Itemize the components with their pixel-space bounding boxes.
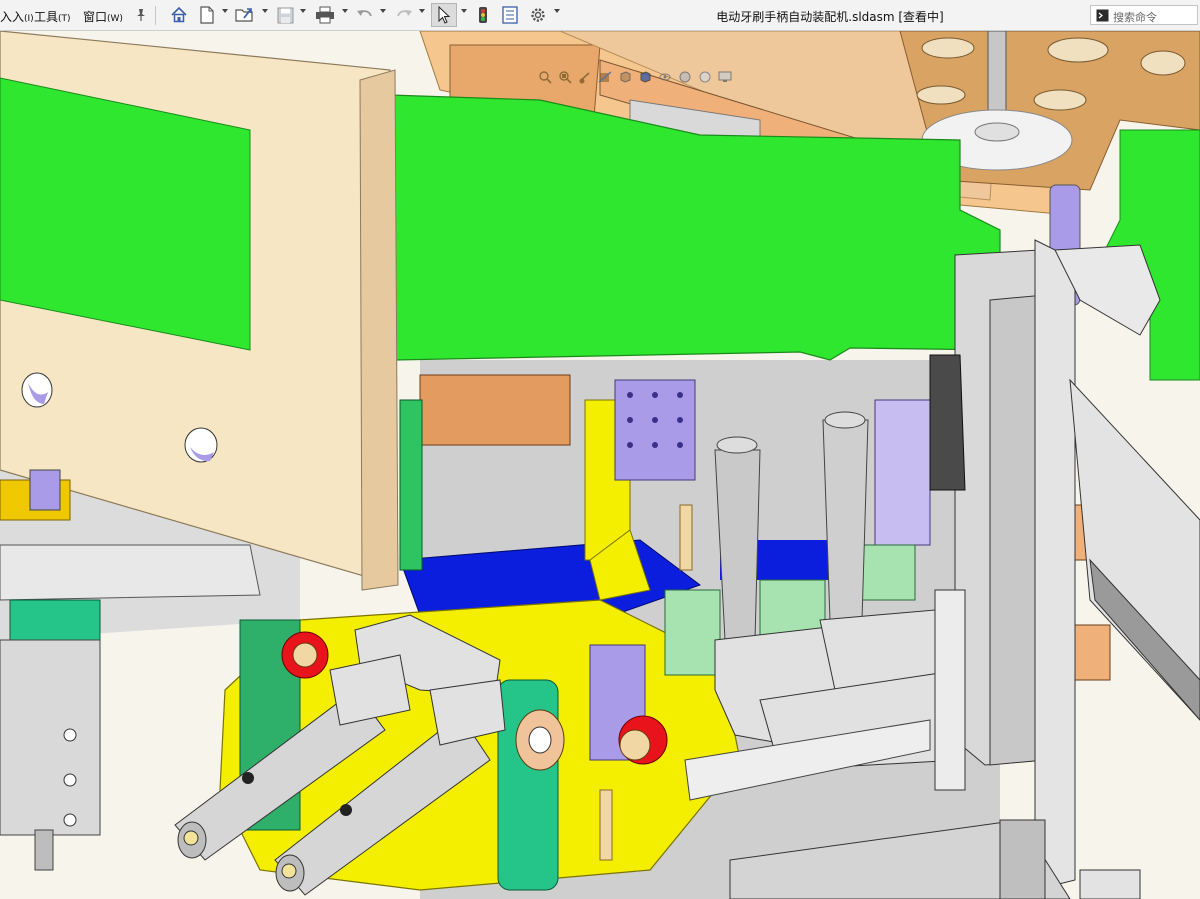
menu-insert[interactable]: 入入(I)	[0, 8, 34, 25]
print-icon[interactable]	[314, 5, 336, 25]
graphics-viewport[interactable]	[0, 31, 1200, 899]
undo-icon[interactable]	[354, 5, 376, 25]
heads-up-view-toolbar	[538, 68, 732, 86]
options-gear-icon[interactable]	[528, 5, 548, 25]
apply-scene-icon[interactable]	[698, 70, 712, 84]
new-dropdown-chevron-icon[interactable]	[222, 9, 228, 13]
document-title: 电动牙刷手柄自动装配机.sldasm [查看中]	[716, 10, 944, 24]
pin-icon[interactable]	[133, 5, 149, 25]
select-arrow-icon[interactable]	[431, 3, 457, 27]
save-icon[interactable]	[275, 5, 295, 25]
redo-dropdown-chevron-icon[interactable]	[419, 9, 425, 13]
zoom-area-icon[interactable]	[558, 70, 572, 84]
home-icon[interactable]	[168, 5, 190, 25]
title-bar: 入入(I) 工具(T) 窗口(W) 电动牙刷手柄自动装配机.sldasm [查看…	[0, 0, 1200, 31]
search-input[interactable]: 搜索命令	[1090, 5, 1198, 25]
display-style-icon[interactable]	[638, 70, 652, 84]
command-prompt-icon	[1096, 9, 1109, 22]
rebuild-traffic-light-icon[interactable]	[475, 5, 491, 25]
open-icon[interactable]	[234, 5, 256, 25]
zoom-to-fit-icon[interactable]	[538, 70, 552, 84]
redo-icon[interactable]	[393, 5, 415, 25]
menu-window[interactable]: 窗口(W)	[83, 8, 123, 25]
section-view-icon[interactable]	[598, 70, 612, 84]
new-document-icon[interactable]	[197, 5, 217, 25]
assembly-model	[0, 31, 1200, 899]
search-placeholder: 搜索命令	[1113, 11, 1157, 24]
view-orientation-icon[interactable]	[618, 70, 632, 84]
options-dropdown-chevron-icon[interactable]	[554, 9, 560, 13]
save-dropdown-chevron-icon[interactable]	[300, 9, 306, 13]
hide-show-items-icon[interactable]	[658, 70, 672, 84]
open-dropdown-chevron-icon[interactable]	[262, 9, 268, 13]
previous-view-icon[interactable]	[578, 70, 592, 84]
select-dropdown-chevron-icon[interactable]	[461, 9, 467, 13]
undo-dropdown-chevron-icon[interactable]	[380, 9, 386, 13]
view-settings-icon[interactable]	[718, 70, 732, 84]
toolbar-separator	[155, 6, 156, 25]
print-dropdown-chevron-icon[interactable]	[342, 9, 348, 13]
file-properties-icon[interactable]	[500, 5, 520, 25]
edit-appearance-icon[interactable]	[678, 70, 692, 84]
menu-tools[interactable]: 工具(T)	[34, 8, 71, 25]
